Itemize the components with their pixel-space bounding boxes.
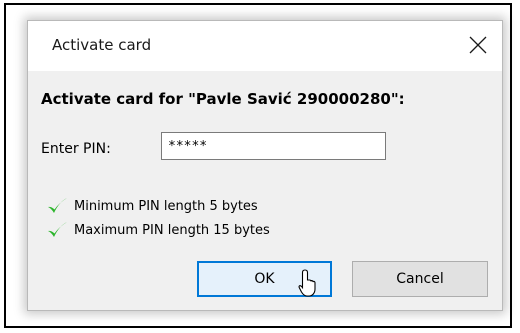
- requirement-text: Minimum PIN length 5 bytes: [74, 198, 258, 214]
- requirement-max-length: Maximum PIN length 15 bytes: [46, 220, 270, 240]
- dialog-title: Activate card: [52, 36, 152, 54]
- cancel-button[interactable]: Cancel: [352, 261, 488, 297]
- requirement-min-length: Minimum PIN length 5 bytes: [46, 196, 258, 216]
- dialog-heading: Activate card for "Pavle Savić 290000280…: [41, 90, 405, 108]
- requirement-text: Maximum PIN length 15 bytes: [74, 222, 270, 238]
- checkmark-icon: [48, 222, 67, 237]
- checkmark-icon: [48, 198, 67, 213]
- pin-input[interactable]: [161, 132, 386, 160]
- title-bar: Activate card: [28, 21, 502, 71]
- close-icon: [469, 36, 487, 54]
- pin-label: Enter PIN:: [41, 141, 111, 157]
- mouse-pointer-icon: [298, 269, 316, 297]
- close-button[interactable]: [454, 21, 502, 71]
- activate-card-dialog: Activate card Activate card for "Pavle S…: [27, 20, 503, 311]
